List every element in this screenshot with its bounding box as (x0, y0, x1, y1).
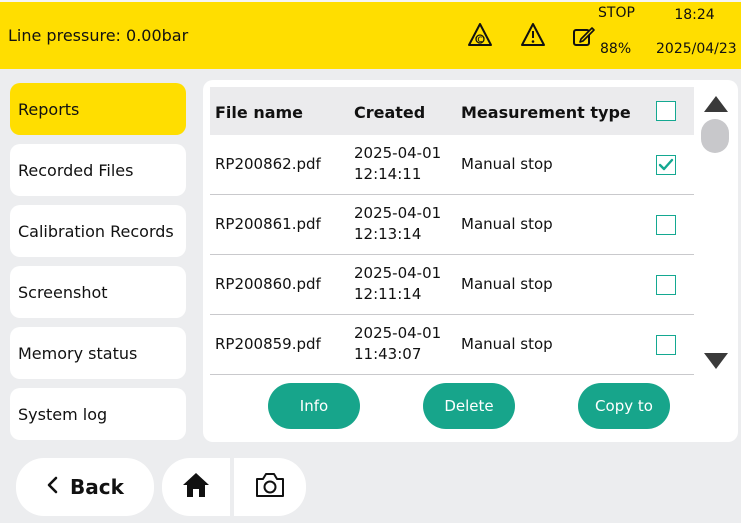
sidebar-item-label: Reports (18, 99, 80, 119)
sidebar-item-label: Memory status (18, 343, 138, 363)
select-all-checkbox[interactable] (656, 101, 676, 121)
created-time: 12:13:14 (354, 225, 422, 243)
screenshot-button[interactable] (234, 458, 306, 516)
column-header-created: Created (354, 103, 426, 122)
info-button-label: Info (299, 397, 329, 415)
table-row[interactable]: RP200860.pdf 2025-04-01 12:11:14 Manual s… (210, 255, 694, 315)
file-name-cell: RP200860.pdf (215, 275, 321, 293)
created-time: 12:14:11 (354, 165, 422, 183)
home-icon (181, 470, 211, 504)
sidebar-item-label: Screenshot (18, 282, 108, 302)
sidebar-item-recorded-files[interactable]: Recorded Files (10, 144, 186, 196)
measurement-type-cell: Manual stop (461, 335, 553, 353)
back-button[interactable]: Back (16, 458, 154, 516)
sidebar-item-label: System log (18, 404, 108, 424)
row-checkbox[interactable] (656, 275, 676, 295)
file-name-cell: RP200862.pdf (215, 155, 321, 173)
created-cell: 2025-04-01 11:43:07 (354, 323, 441, 365)
sidebar-item-label: Calibration Records (18, 221, 174, 241)
created-date: 2025-04-01 (354, 324, 442, 342)
table-row[interactable]: RP200861.pdf 2025-04-01 12:13:14 Manual s… (210, 195, 694, 255)
created-date: 2025-04-01 (354, 144, 442, 162)
measurement-type-cell: Manual stop (461, 155, 553, 173)
battery-level: 88% (600, 41, 632, 57)
warning-icon (520, 22, 546, 52)
created-date: 2025-04-01 (354, 264, 442, 282)
created-time: 12:11:14 (354, 285, 422, 303)
sidebar-item-memory-status[interactable]: Memory status (10, 327, 186, 379)
camera-icon (254, 470, 286, 504)
sidebar-item-screenshot[interactable]: Screenshot (10, 266, 186, 318)
checkmark-icon (658, 158, 674, 171)
calibration-warning-icon: c (467, 22, 493, 52)
line-pressure-readout: Line pressure: 0.00bar (8, 26, 189, 45)
table-row[interactable]: RP200862.pdf 2025-04-01 12:14:11 Manual s… (210, 135, 694, 195)
row-checkbox[interactable] (656, 335, 676, 355)
column-header-measurement-type: Measurement type (461, 103, 631, 122)
sidebar-item-calibration-records[interactable]: Calibration Records (10, 205, 186, 257)
status-header: Line pressure: 0.00bar c STOP 88% 18:24 … (0, 0, 741, 69)
measurement-type-cell: Manual stop (461, 275, 553, 293)
table-header: File name Created Measurement type (210, 87, 694, 135)
created-cell: 2025-04-01 12:14:11 (354, 143, 441, 185)
home-button[interactable] (162, 458, 230, 516)
sidebar-item-label: Recorded Files (18, 160, 134, 180)
measurement-type-cell: Manual stop (461, 215, 553, 233)
sidebar-item-system-log[interactable]: System log (10, 388, 186, 440)
copy-to-button[interactable]: Copy to (578, 383, 670, 429)
table-row[interactable]: RP200859.pdf 2025-04-01 11:43:07 Manual s… (210, 315, 694, 375)
created-cell: 2025-04-01 12:11:14 (354, 263, 441, 305)
copy-to-button-label: Copy to (595, 397, 653, 415)
edit-stop-icon (572, 24, 596, 52)
created-date: 2025-04-01 (354, 204, 442, 222)
scrollbar-thumb[interactable] (701, 119, 729, 153)
column-header-file-name: File name (215, 103, 304, 122)
file-name-cell: RP200861.pdf (215, 215, 321, 233)
delete-button[interactable]: Delete (423, 383, 515, 429)
file-name-cell: RP200859.pdf (215, 335, 321, 353)
reports-panel: File name Created Measurement type RP200… (203, 80, 738, 442)
created-time: 11:43:07 (354, 345, 422, 363)
row-checkbox-checked[interactable] (656, 155, 676, 175)
info-button[interactable]: Info (268, 383, 360, 429)
row-checkbox[interactable] (656, 215, 676, 235)
created-cell: 2025-04-01 12:13:14 (354, 203, 441, 245)
scroll-down-icon[interactable] (703, 352, 729, 374)
delete-button-label: Delete (444, 397, 494, 415)
stop-status: STOP (598, 5, 635, 21)
chevron-left-icon (46, 475, 58, 499)
clock-date: 2025/04/23 (656, 41, 737, 57)
clock-time: 18:24 (674, 7, 715, 23)
sidebar-item-reports[interactable]: Reports (10, 83, 186, 135)
back-button-label: Back (70, 475, 124, 499)
scroll-up-icon[interactable] (703, 95, 729, 117)
